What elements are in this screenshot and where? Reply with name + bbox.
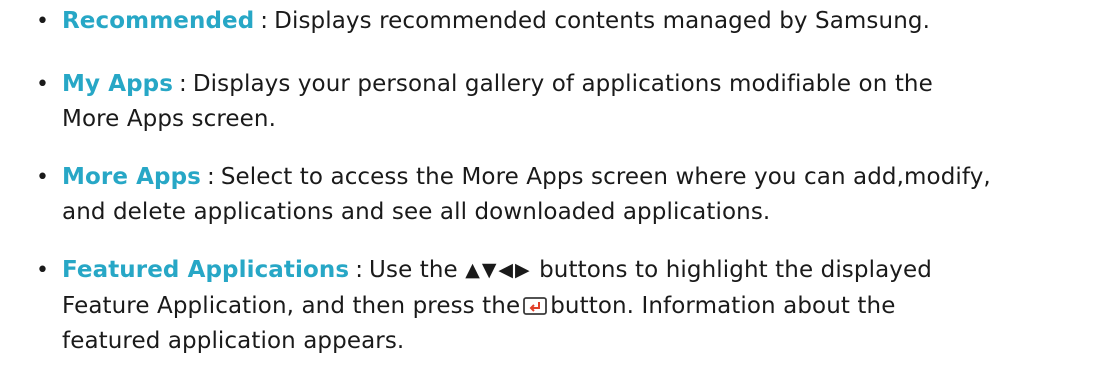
bullet: • (36, 72, 50, 97)
direction-arrows-icon: ▲▼◀▶ (465, 259, 532, 281)
description-text: Displays your personal gallery of applic… (192, 71, 933, 97)
description-text: Select to access the More Apps screen wh… (220, 164, 991, 190)
separator: : (355, 257, 364, 283)
separator: : (260, 8, 269, 34)
description-text: and delete applications and see all down… (62, 199, 771, 225)
separator: : (179, 71, 187, 97)
description-text: Use the (369, 257, 458, 283)
description-text: Displays recommended contents managed by… (274, 8, 930, 34)
description-text: button. Information about the (550, 293, 896, 319)
term-my-apps: My Apps (62, 71, 174, 97)
list-item-my-apps: • My Apps: Displays your personal gallery… (36, 67, 1086, 137)
separator: : (206, 164, 215, 190)
bullet: • (36, 258, 50, 283)
term-recommended: Recommended (62, 8, 255, 34)
description-text: Feature Application, and then press the (62, 293, 521, 319)
bullet: • (36, 165, 50, 190)
enter-icon (523, 291, 548, 315)
list-item-recommended: • Recommended: Displays recommended conte… (36, 4, 1086, 39)
bullet: • (36, 9, 50, 34)
description-text: featured application appears. (62, 328, 405, 354)
description-text: buttons to highlight the displayed (539, 257, 932, 283)
term-more-apps: More Apps (62, 164, 201, 190)
description-text: More Apps screen. (62, 106, 277, 132)
term-featured-applications: Featured Applications (62, 257, 350, 283)
list-item-more-apps: • More Apps: Select to access the More Ap… (36, 160, 1086, 230)
list-item-featured-applications: • Featured Applications: Use the ▲▼◀▶ but… (36, 253, 1086, 359)
